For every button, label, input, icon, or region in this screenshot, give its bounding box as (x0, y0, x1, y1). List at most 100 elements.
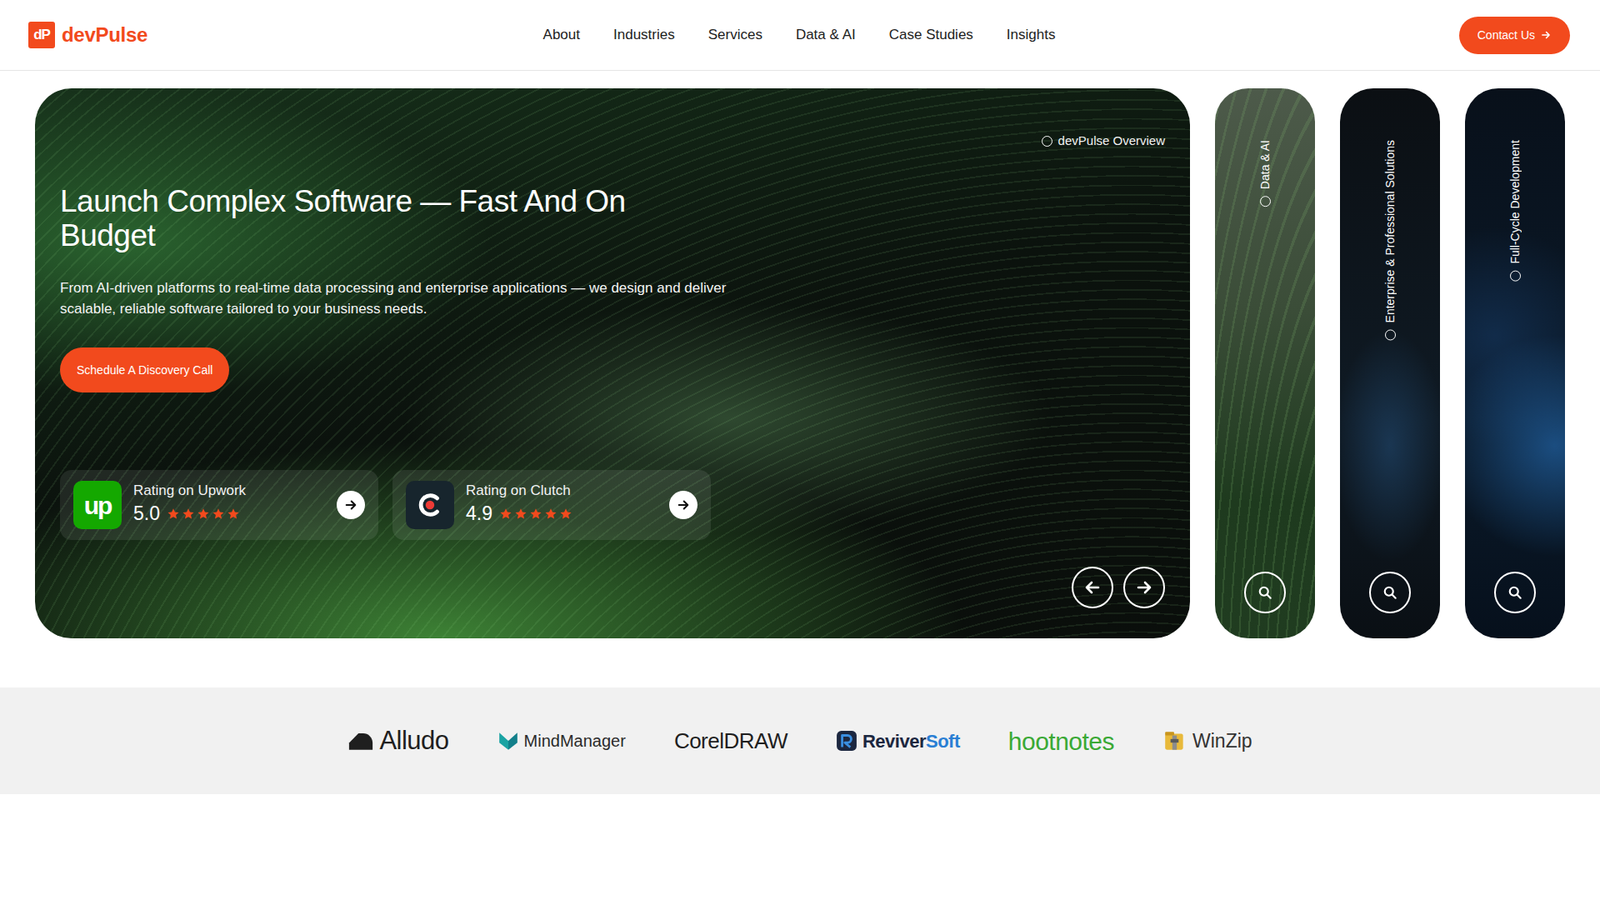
star-icon (514, 507, 528, 521)
rating-label: Rating on Clutch (465, 482, 573, 500)
star-icon (529, 507, 543, 521)
prev-slide-button[interactable] (1071, 566, 1114, 609)
panel-title: Data & AI (1256, 140, 1275, 207)
brand-name: devPulse (61, 20, 148, 50)
star-icon (211, 507, 225, 521)
winzip-logo-icon (1162, 728, 1188, 754)
rating-score: 5.0 (133, 499, 160, 529)
arrow-right-icon (675, 497, 691, 513)
client-name: ReviverSoft (862, 727, 960, 755)
contact-label: Contact Us (1477, 26, 1535, 45)
client-name: hootnotes (1008, 722, 1115, 760)
slider-controls (60, 566, 1165, 609)
ratings: up Rating on Upwork5.0 Rating on Clutch4.9 (60, 470, 1165, 540)
nav-link[interactable]: About (543, 24, 580, 46)
client-name-part: WinZip (1192, 730, 1253, 752)
rating-text: Rating on Upwork5.0 (133, 482, 246, 529)
slide-tag: devPulse Overview (60, 131, 1165, 151)
client-name-part: Reviver (862, 730, 926, 752)
client-name-part: hootnotes (1008, 727, 1115, 755)
logo-text: up (84, 486, 112, 525)
brand-logo[interactable]: dP devPulse (28, 20, 544, 50)
rating-card: Rating on Clutch4.9 (392, 470, 711, 540)
star-rating (499, 507, 573, 521)
ring-icon (1510, 270, 1521, 282)
top-navbar: dP devPulse About Industries Services Data … (0, 0, 1600, 71)
rating-label: Rating on Upwork (133, 482, 246, 500)
client-name-part: MindManager (524, 731, 626, 750)
client-name: MindManager (524, 728, 626, 754)
rating-row: 4.9 (465, 499, 573, 529)
client-logo: CorelDRAW (674, 725, 788, 758)
hero-description: From AI-driven platforms to real-time da… (60, 277, 727, 320)
search-icon (1381, 584, 1399, 601)
discovery-call-button[interactable]: Schedule A Discovery Call (60, 347, 230, 393)
nav-link[interactable]: Services (708, 24, 763, 46)
panel-label: Data & AI (1256, 140, 1275, 190)
client-name-part: Soft (925, 730, 960, 752)
rating-row: 5.0 (133, 499, 246, 529)
search-icon (1506, 584, 1524, 601)
arrow-right-icon (1540, 29, 1552, 41)
arrow-right-icon (1134, 577, 1155, 598)
panel-search-button[interactable] (1369, 571, 1411, 614)
next-slide-button[interactable] (1123, 566, 1165, 609)
reviver-logo-icon (835, 730, 858, 752)
mindmanager-logo-icon (497, 730, 520, 752)
rating-link-button[interactable] (669, 490, 698, 520)
hero-title: Launch Complex Software — Fast And On Bu… (60, 184, 660, 254)
client-name-part: CorelDRAW (674, 728, 788, 754)
rating-link-button[interactable] (336, 490, 365, 520)
logo-mark: dP (28, 21, 55, 49)
star-icon (559, 507, 573, 521)
tag-label: devPulse Overview (1058, 131, 1165, 151)
slide-panel[interactable]: Enterprise & Professional Solutions (1340, 88, 1440, 639)
panel-search-button[interactable] (1244, 571, 1286, 614)
hero-stage: devPulse Overview Launch Complex Softwar… (0, 70, 1600, 639)
nav-link[interactable]: Case Studies (889, 24, 974, 46)
hero-slide: devPulse Overview Launch Complex Softwar… (35, 88, 1190, 639)
client-logo: WinZip (1162, 726, 1253, 756)
slide-panel[interactable]: Full-Cycle Development (1465, 88, 1565, 639)
client-name: WinZip (1192, 726, 1253, 756)
client-name-part: Alludo (379, 725, 449, 755)
star-icon (196, 507, 210, 521)
star-icon (499, 507, 513, 521)
nav-links: About Industries Services Data & AI Case Stu… (543, 24, 1056, 46)
nav-link[interactable]: Data & AI (795, 24, 856, 46)
rating-card: up Rating on Upwork5.0 (60, 470, 379, 540)
panel-title: Full-Cycle Development (1506, 140, 1525, 282)
panel-label: Enterprise & Professional Solutions (1381, 140, 1400, 323)
panel-title: Enterprise & Professional Solutions (1381, 140, 1400, 340)
panel-search-button[interactable] (1494, 571, 1536, 614)
star-icon (166, 507, 180, 521)
ring-icon (1385, 329, 1396, 340)
star-icon (181, 507, 195, 521)
nav-link[interactable]: Industries (613, 24, 675, 46)
arrow-right-icon (343, 497, 359, 513)
arrow-left-icon (1082, 577, 1103, 598)
nav-link[interactable]: Insights (1006, 24, 1056, 46)
clutch-logo-icon (405, 480, 455, 530)
panel-label: Full-Cycle Development (1506, 140, 1525, 265)
client-logos: Alludo MindManager CorelDRAW ReviverSoft hoo… (0, 687, 1600, 795)
rating-text: Rating on Clutch4.9 (465, 482, 573, 529)
slide-panel[interactable]: Data & AI (1215, 88, 1315, 639)
ring-icon (1041, 135, 1053, 147)
client-logo: MindManager (497, 728, 626, 754)
search-icon (1256, 584, 1274, 601)
star-icon (226, 507, 240, 521)
client-logo: hootnotes (1008, 722, 1115, 760)
star-icon (544, 507, 558, 521)
alludo-logo-icon (347, 731, 375, 751)
contact-button[interactable]: Contact Us (1459, 16, 1570, 55)
client-logo: ReviverSoft (835, 727, 960, 755)
star-rating (166, 507, 240, 521)
rating-score: 4.9 (465, 499, 493, 529)
cta-label: Schedule A Discovery Call (76, 361, 213, 380)
client-name: CorelDRAW (674, 725, 788, 758)
upwork-logo-icon: up (73, 480, 122, 530)
client-logo: Alludo (347, 721, 449, 761)
client-name: Alludo (379, 721, 449, 761)
ring-icon (1260, 195, 1271, 207)
